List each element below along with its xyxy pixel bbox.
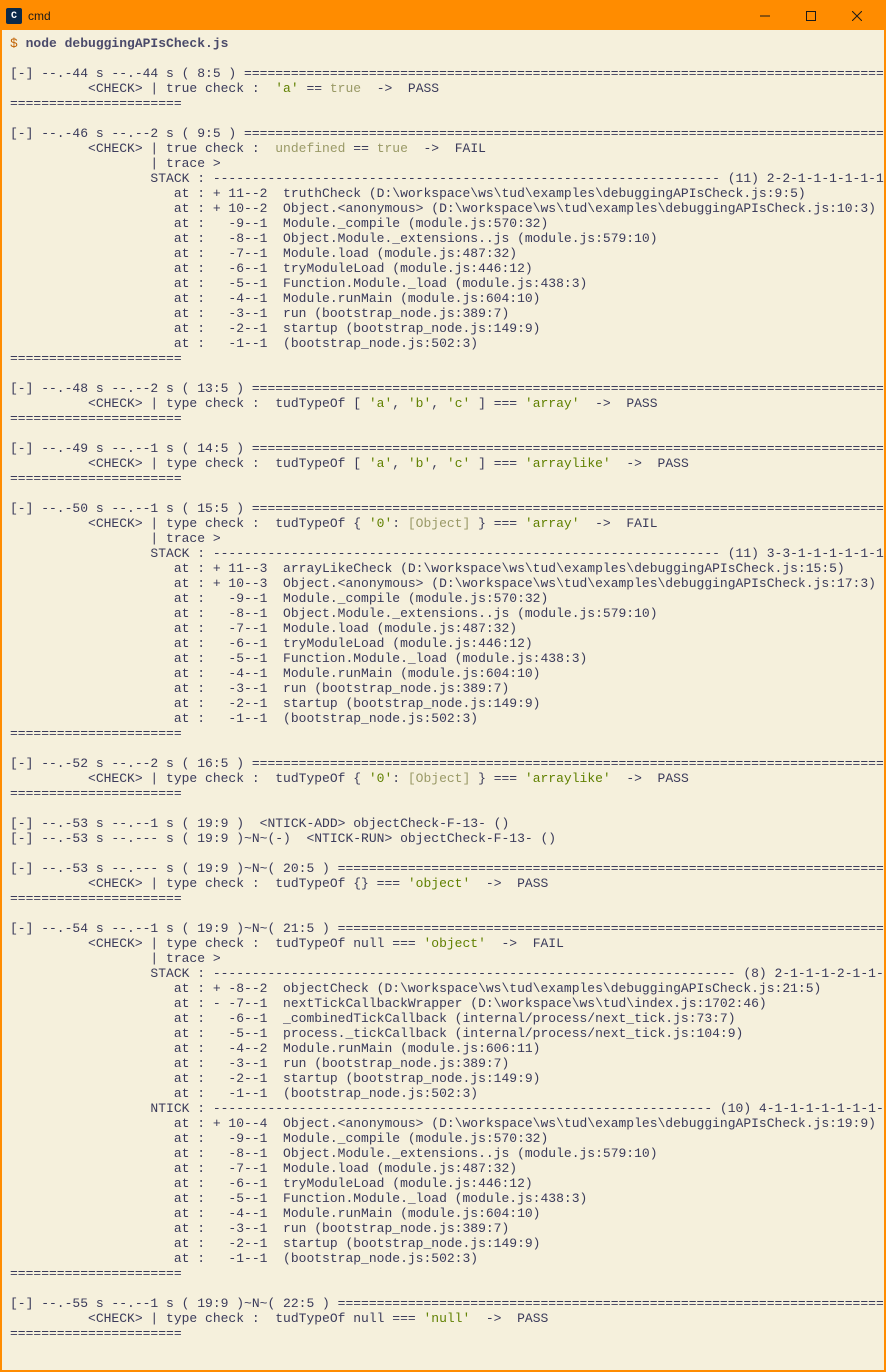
terminal-line: ======================	[10, 351, 876, 366]
maximize-button[interactable]	[788, 2, 834, 30]
terminal-line: at : -5--1 Function.Module._load (module…	[10, 651, 876, 666]
terminal-line: ======================	[10, 1266, 876, 1281]
terminal-line: at : + 10--3 Object.<anonymous> (D:\work…	[10, 576, 876, 591]
terminal-line: at : -1--1 (bootstrap_node.js:502:3)	[10, 1251, 876, 1266]
terminal-line: $ node debuggingAPIsCheck.js	[10, 36, 876, 51]
terminal-line: at : + 11--3 arrayLikeCheck (D:\workspac…	[10, 561, 876, 576]
terminal-line: at : -6--1 tryModuleLoad (module.js:446:…	[10, 1176, 876, 1191]
terminal-line: at : -9--1 Module._compile (module.js:57…	[10, 591, 876, 606]
title-left: C cmd	[6, 8, 51, 24]
terminal-line: at : -6--1 tryModuleLoad (module.js:446:…	[10, 261, 876, 276]
window-title: cmd	[28, 9, 51, 23]
terminal-line: STACK : --------------------------------…	[10, 546, 876, 561]
terminal-line: at : -1--1 (bootstrap_node.js:502:3)	[10, 711, 876, 726]
terminal-line: [-] --.-55 s --.--1 s ( 19:9 )~N~( 22:5 …	[10, 1296, 876, 1311]
terminal-line: at : -4--1 Module.runMain (module.js:604…	[10, 666, 876, 681]
terminal-line: ======================	[10, 471, 876, 486]
terminal-line: at : -2--1 startup (bootstrap_node.js:14…	[10, 321, 876, 336]
terminal-line: ======================	[10, 411, 876, 426]
terminal-line: <CHECK> | type check : tudTypeOf { '0': …	[10, 516, 876, 531]
terminal-line: at : - -7--1 nextTickCallbackWrapper (D:…	[10, 996, 876, 1011]
app-icon: C	[6, 8, 22, 24]
terminal-line: at : -1--1 (bootstrap_node.js:502:3)	[10, 1086, 876, 1101]
terminal-line: ======================	[10, 1326, 876, 1341]
terminal-line: | trace >	[10, 156, 876, 171]
terminal-line	[10, 51, 876, 66]
terminal-line: | trace >	[10, 951, 876, 966]
terminal-line: at : -8--1 Object.Module._extensions..js…	[10, 1146, 876, 1161]
terminal-line: NTICK : --------------------------------…	[10, 1101, 876, 1116]
terminal-line: [-] --.-53 s --.--1 s ( 19:9 ) <NTICK-AD…	[10, 816, 876, 831]
terminal-line: at : -2--1 startup (bootstrap_node.js:14…	[10, 696, 876, 711]
terminal-line: ======================	[10, 726, 876, 741]
terminal-line: <CHECK> | true check : 'a' == true -> PA…	[10, 81, 876, 96]
terminal-line: at : -3--1 run (bootstrap_node.js:389:7)	[10, 681, 876, 696]
terminal-line	[10, 366, 876, 381]
terminal-line: at : -2--1 startup (bootstrap_node.js:14…	[10, 1236, 876, 1251]
terminal-line: [-] --.-54 s --.--1 s ( 19:9 )~N~( 21:5 …	[10, 921, 876, 936]
terminal-line: ======================	[10, 786, 876, 801]
terminal-window: C cmd $ node debuggingAPIsCheck.js [-] -…	[0, 0, 886, 1372]
terminal-line: <CHECK> | type check : tudTypeOf [ 'a', …	[10, 396, 876, 411]
terminal-line: at : -7--1 Module.load (module.js:487:32…	[10, 1161, 876, 1176]
terminal-line: at : -1--1 (bootstrap_node.js:502:3)	[10, 336, 876, 351]
terminal-line: at : -5--1 process._tickCallback (intern…	[10, 1026, 876, 1041]
terminal-line: at : -5--1 Function.Module._load (module…	[10, 1191, 876, 1206]
terminal-line: at : -6--1 _combinedTickCallback (intern…	[10, 1011, 876, 1026]
titlebar[interactable]: C cmd	[2, 2, 884, 30]
terminal-line: at : -8--1 Object.Module._extensions..js…	[10, 231, 876, 246]
terminal-line	[10, 426, 876, 441]
terminal-line: at : -8--1 Object.Module._extensions..js…	[10, 606, 876, 621]
terminal-line: at : -7--1 Module.load (module.js:487:32…	[10, 621, 876, 636]
terminal-line: at : -4--1 Module.runMain (module.js:604…	[10, 1206, 876, 1221]
terminal-line	[10, 111, 876, 126]
terminal-line: <CHECK> | type check : tudTypeOf [ 'a', …	[10, 456, 876, 471]
terminal-line: [-] --.-44 s --.-44 s ( 8:5 ) ==========…	[10, 66, 876, 81]
minimize-button[interactable]	[742, 2, 788, 30]
terminal-line	[10, 741, 876, 756]
terminal-line: at : + -8--2 objectCheck (D:\workspace\w…	[10, 981, 876, 996]
terminal-line: <CHECK> | type check : tudTypeOf { '0': …	[10, 771, 876, 786]
terminal-line: <CHECK> | type check : tudTypeOf null ==…	[10, 936, 876, 951]
terminal-line	[10, 846, 876, 861]
terminal-line: [-] --.-53 s --.--- s ( 19:9 )~N~( 20:5 …	[10, 861, 876, 876]
terminal-output[interactable]: $ node debuggingAPIsCheck.js [-] --.-44 …	[2, 30, 884, 1347]
terminal-line: [-] --.-53 s --.--- s ( 19:9 )~N~(-) <NT…	[10, 831, 876, 846]
terminal-line: at : -4--1 Module.runMain (module.js:604…	[10, 291, 876, 306]
terminal-line: at : + 11--2 truthCheck (D:\workspace\ws…	[10, 186, 876, 201]
terminal-line: <CHECK> | type check : tudTypeOf null ==…	[10, 1311, 876, 1326]
terminal-line: at : -3--1 run (bootstrap_node.js:389:7)	[10, 1056, 876, 1071]
terminal-line: [-] --.-48 s --.--2 s ( 13:5 ) =========…	[10, 381, 876, 396]
terminal-line: at : -9--1 Module._compile (module.js:57…	[10, 216, 876, 231]
terminal-line: at : -5--1 Function.Module._load (module…	[10, 276, 876, 291]
terminal-line: at : -4--2 Module.runMain (module.js:606…	[10, 1041, 876, 1056]
terminal-line: STACK : --------------------------------…	[10, 966, 876, 981]
terminal-line	[10, 801, 876, 816]
terminal-line: [-] --.-50 s --.--1 s ( 15:5 ) =========…	[10, 501, 876, 516]
terminal-line	[10, 486, 876, 501]
terminal-line	[10, 906, 876, 921]
terminal-line: at : -3--1 run (bootstrap_node.js:389:7)	[10, 306, 876, 321]
terminal-line: at : -2--1 startup (bootstrap_node.js:14…	[10, 1071, 876, 1086]
terminal-line: | trace >	[10, 531, 876, 546]
terminal-line: ======================	[10, 891, 876, 906]
terminal-line: STACK : --------------------------------…	[10, 171, 876, 186]
terminal-line: at : + 10--4 Object.<anonymous> (D:\work…	[10, 1116, 876, 1131]
terminal-line: at : + 10--2 Object.<anonymous> (D:\work…	[10, 201, 876, 216]
terminal-line: ======================	[10, 96, 876, 111]
window-controls	[742, 2, 880, 30]
terminal-line: <CHECK> | type check : tudTypeOf {} === …	[10, 876, 876, 891]
terminal-line: <CHECK> | true check : undefined == true…	[10, 141, 876, 156]
terminal-line: at : -3--1 run (bootstrap_node.js:389:7)	[10, 1221, 876, 1236]
terminal-line	[10, 1281, 876, 1296]
terminal-line: [-] --.-46 s --.--2 s ( 9:5 ) ==========…	[10, 126, 876, 141]
terminal-line: at : -6--1 tryModuleLoad (module.js:446:…	[10, 636, 876, 651]
terminal-line: at : -7--1 Module.load (module.js:487:32…	[10, 246, 876, 261]
close-button[interactable]	[834, 2, 880, 30]
terminal-line: [-] --.-52 s --.--2 s ( 16:5 ) =========…	[10, 756, 876, 771]
terminal-line: [-] --.-49 s --.--1 s ( 14:5 ) =========…	[10, 441, 876, 456]
terminal-line: at : -9--1 Module._compile (module.js:57…	[10, 1131, 876, 1146]
